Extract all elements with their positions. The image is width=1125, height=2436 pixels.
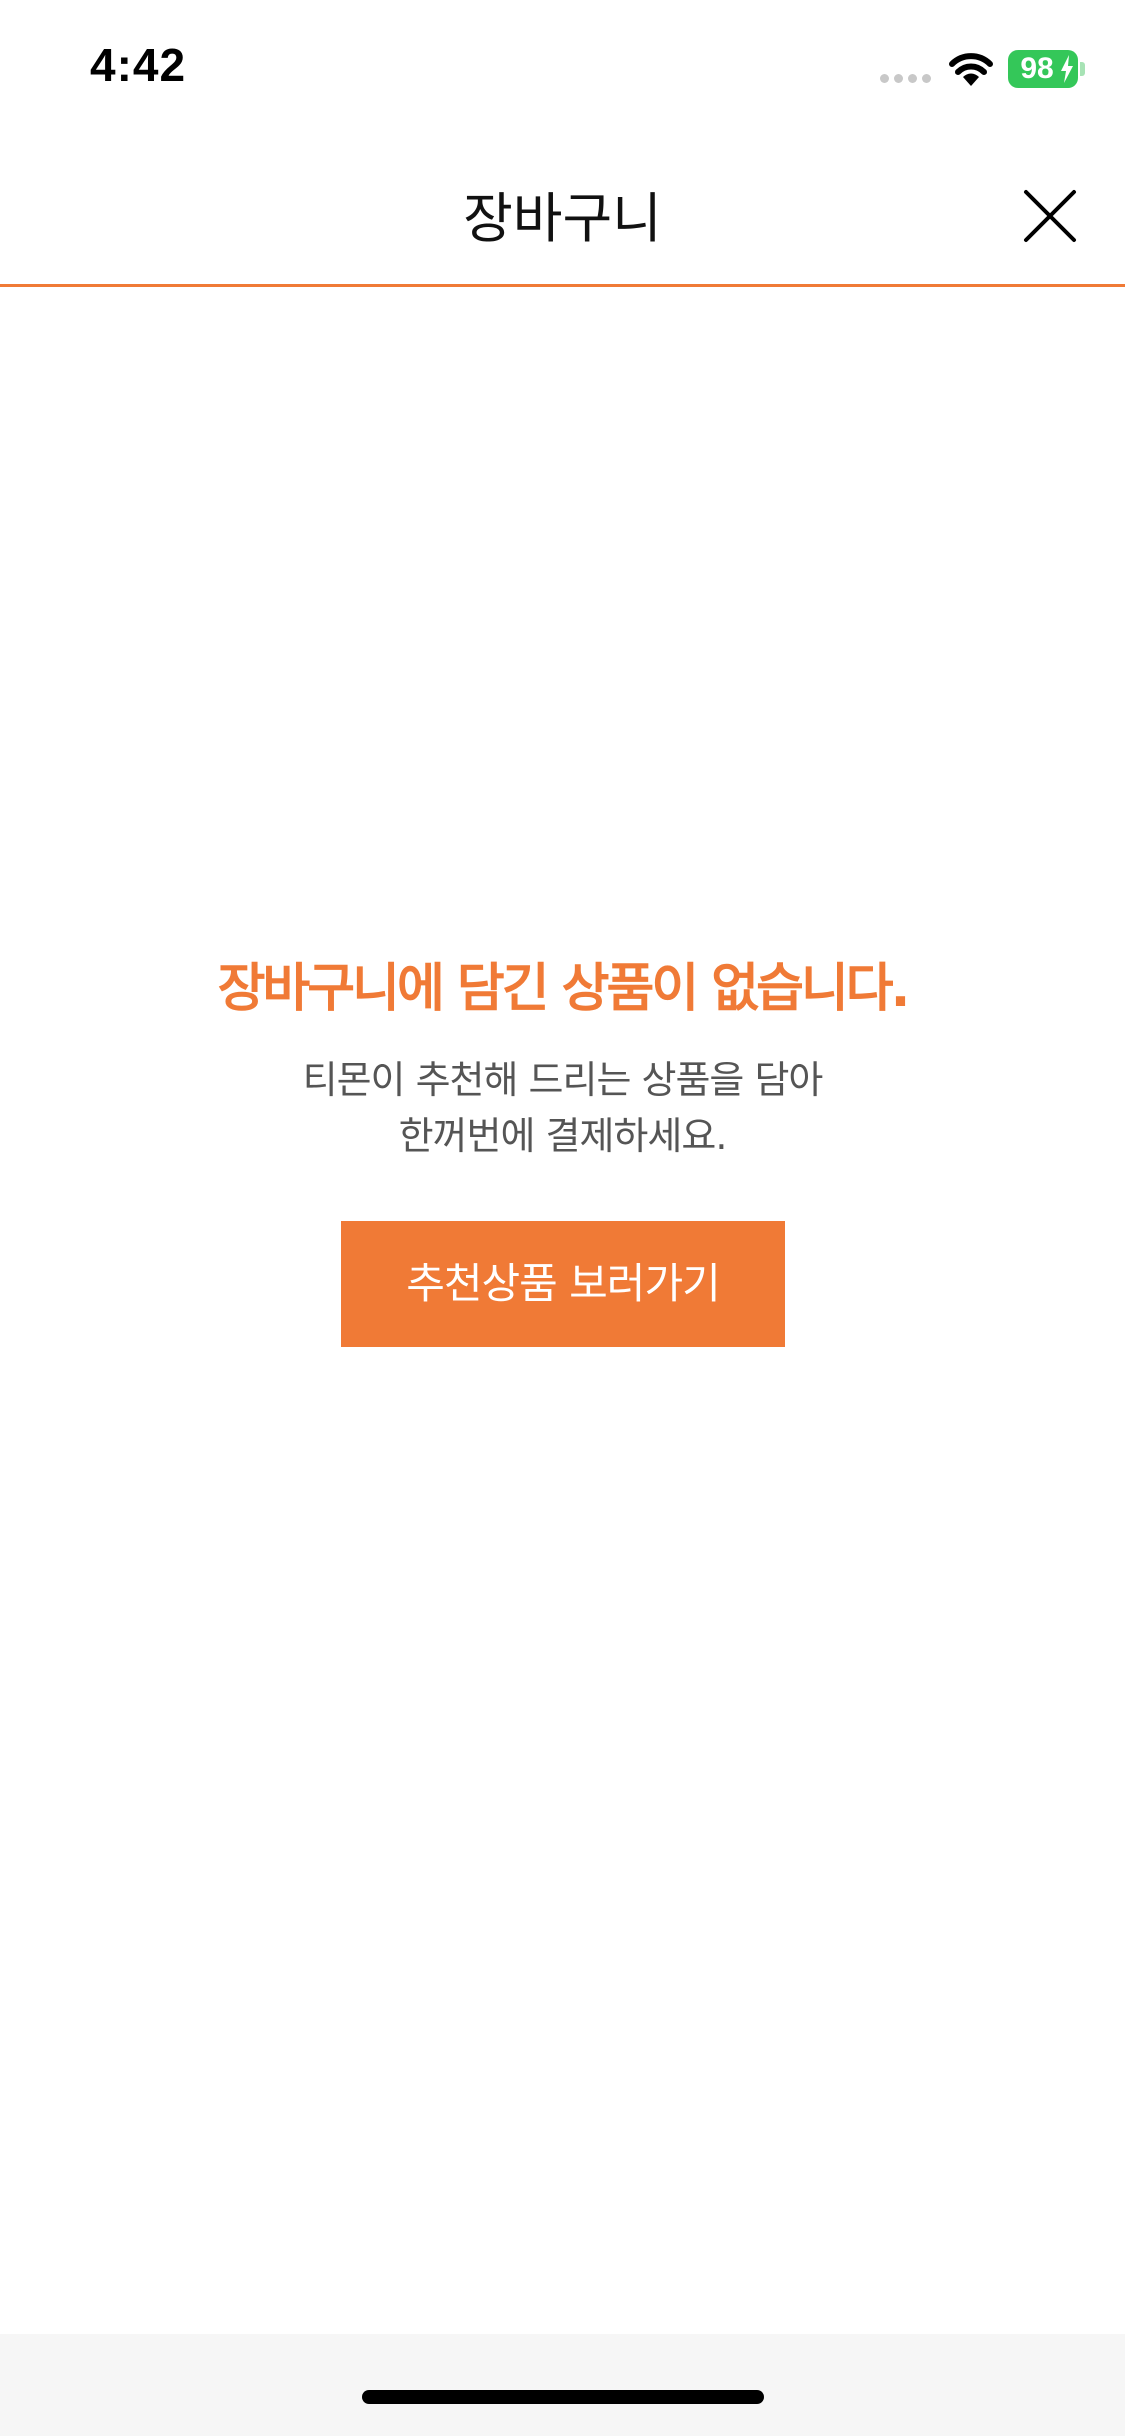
status-time: 4:42 — [90, 39, 187, 91]
close-button[interactable] — [1012, 178, 1088, 254]
recommended-products-button[interactable]: 추천상품 보러가기 — [341, 1221, 785, 1347]
empty-cart-title: 장바구니에 담긴 상품이 없습니다. — [217, 959, 911, 1019]
status-bar: 4:42 98 — [0, 0, 1125, 132]
charging-bolt-icon — [1060, 55, 1074, 83]
battery-cap — [1080, 62, 1085, 76]
page-title: 장바구니 — [463, 187, 662, 250]
empty-cart-description-line2: 한꺼번에 결제하세요. — [398, 1114, 728, 1158]
wifi-icon — [948, 50, 994, 86]
close-icon — [1024, 190, 1076, 242]
cellular-signal-icon — [880, 74, 934, 86]
battery-icon: 98 — [1008, 50, 1078, 88]
home-indicator[interactable] — [362, 2390, 764, 2404]
cart-header: 장바구니 — [0, 132, 1125, 287]
empty-cart-description: 티몬이 추천해 드리는 상품을 담아 한꺼번에 결제하세요. — [0, 1052, 1125, 1164]
empty-cart-description-line1: 티몬이 추천해 드리는 상품을 담아 — [302, 1058, 824, 1102]
battery-level: 98 — [1020, 52, 1054, 85]
bottom-safe-area — [0, 2334, 1125, 2436]
